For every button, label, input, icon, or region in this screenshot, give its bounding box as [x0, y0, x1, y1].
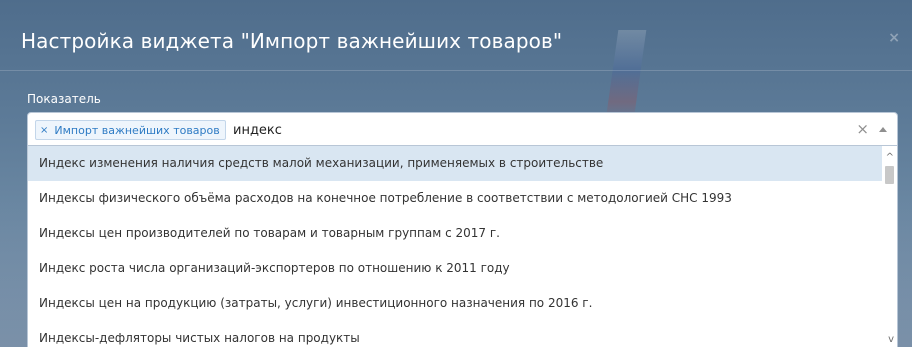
selected-tag: × Импорт важнейших товаров: [35, 120, 226, 140]
dropdown-option[interactable]: Индексы цен на продукцию (затраты, услуг…: [28, 286, 897, 321]
indicator-label: Показатель: [27, 92, 101, 106]
dropdown-option[interactable]: Индексы физического объёма расходов на к…: [28, 181, 897, 216]
tag-remove-icon[interactable]: ×: [40, 125, 48, 136]
scroll-down-icon[interactable]: v: [888, 334, 894, 345]
dropdown-option[interactable]: Индексы-дефляторы чистых налогов на прод…: [28, 321, 897, 347]
indicator-select[interactable]: × Импорт важнейших товаров ×: [27, 112, 898, 146]
widget-settings-dialog: Настройка виджета "Импорт важнейших това…: [0, 0, 912, 347]
dropdown-scrollbar[interactable]: ^ v: [882, 146, 897, 347]
chevron-up-icon[interactable]: [879, 127, 887, 132]
close-icon[interactable]: ×: [888, 30, 900, 46]
selected-tag-label: Импорт важнейших товаров: [54, 123, 220, 137]
scroll-up-icon[interactable]: ^: [886, 152, 894, 163]
dropdown-option[interactable]: Индекс изменения наличия средств малой м…: [28, 146, 897, 181]
dialog-header: Настройка виджета "Импорт важнейших това…: [0, 0, 912, 71]
search-input[interactable]: [233, 120, 793, 140]
scroll-thumb[interactable]: [885, 166, 894, 184]
dialog-title: Настройка виджета "Импорт важнейших това…: [21, 29, 563, 53]
clear-icon[interactable]: ×: [856, 120, 869, 138]
options-dropdown: Индекс изменения наличия средств малой м…: [27, 146, 898, 347]
dropdown-option[interactable]: Индекс роста числа организаций-экспортер…: [28, 251, 897, 286]
dropdown-option[interactable]: Индексы цен производителей по товарам и …: [28, 216, 897, 251]
